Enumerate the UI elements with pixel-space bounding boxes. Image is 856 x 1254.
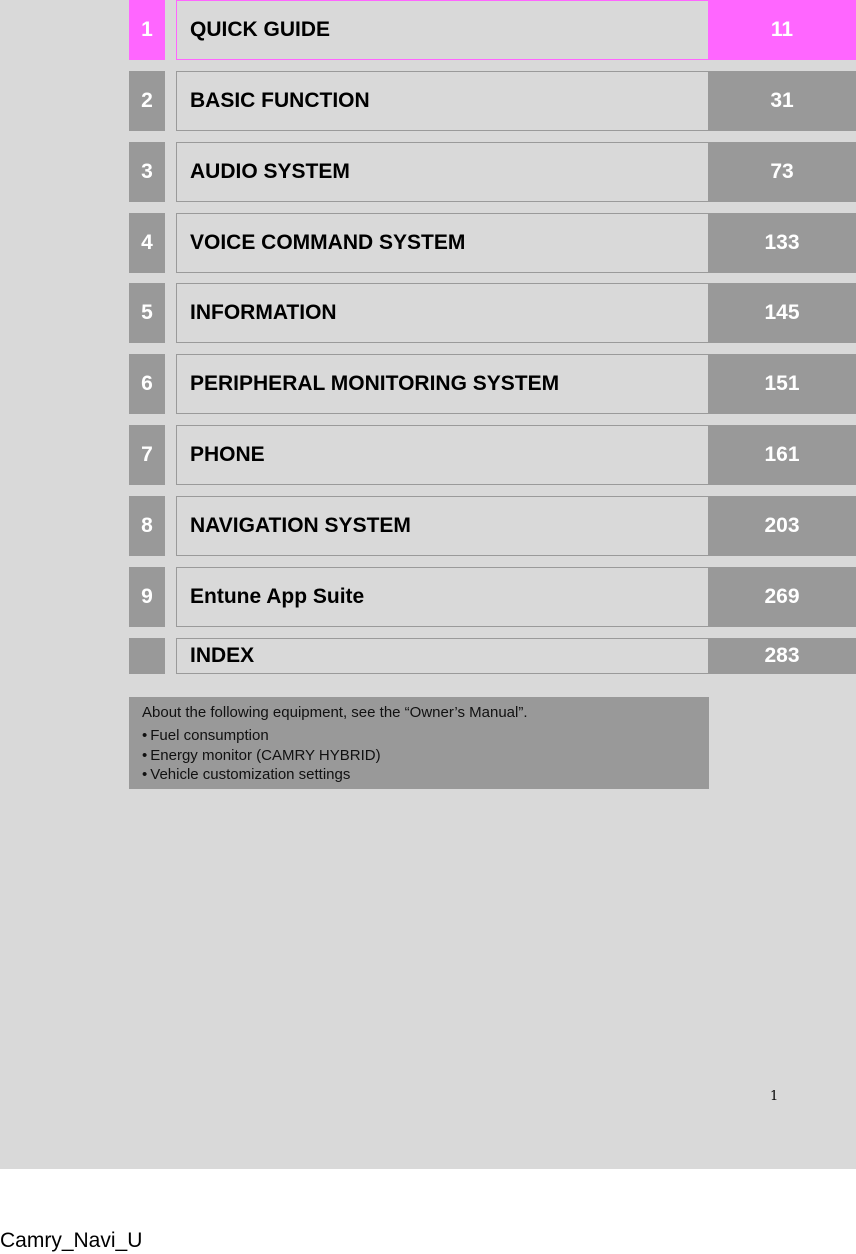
owners-manual-note: About the following equipment, see the “… xyxy=(129,697,709,789)
chapter-number xyxy=(129,638,165,674)
chapter-number: 8 xyxy=(129,496,165,556)
toc-row-phone[interactable]: 7 PHONE 161 xyxy=(0,425,856,485)
page-number: 1 xyxy=(770,1089,779,1104)
chapter-page[interactable]: 11 xyxy=(708,0,856,60)
chapter-title[interactable]: INFORMATION xyxy=(176,283,708,343)
chapter-number: 3 xyxy=(129,142,165,202)
chapter-title[interactable]: AUDIO SYSTEM xyxy=(176,142,708,202)
chapter-title[interactable]: BASIC FUNCTION xyxy=(176,71,708,131)
chapter-page[interactable]: 133 xyxy=(708,213,856,273)
chapter-number: 9 xyxy=(129,567,165,627)
note-intro: About the following equipment, see the “… xyxy=(142,704,528,721)
toc-row-navigation-system[interactable]: 8 NAVIGATION SYSTEM 203 xyxy=(0,496,856,556)
chapter-title[interactable]: QUICK GUIDE xyxy=(176,0,708,60)
chapter-page[interactable]: 203 xyxy=(708,496,856,556)
chapter-title[interactable]: INDEX xyxy=(176,638,708,674)
note-item: Fuel consumption xyxy=(142,726,709,746)
toc-row-basic-function[interactable]: 2 BASIC FUNCTION 31 xyxy=(0,71,856,131)
chapter-title[interactable]: PERIPHERAL MONITORING SYSTEM xyxy=(176,354,708,414)
note-item: Energy monitor (CAMRY HYBRID) xyxy=(142,746,709,766)
toc-row-peripheral-monitoring[interactable]: 6 PERIPHERAL MONITORING SYSTEM 151 xyxy=(0,354,856,414)
chapter-number: 4 xyxy=(129,213,165,273)
chapter-page[interactable]: 269 xyxy=(708,567,856,627)
chapter-title[interactable]: Entune App Suite xyxy=(176,567,708,627)
chapter-page[interactable]: 161 xyxy=(708,425,856,485)
toc-row-quick-guide[interactable]: 1 QUICK GUIDE 11 xyxy=(0,0,856,60)
chapter-number: 5 xyxy=(129,283,165,343)
chapter-page[interactable]: 283 xyxy=(708,638,856,674)
chapter-title[interactable]: PHONE xyxy=(176,425,708,485)
note-item: Vehicle customization settings xyxy=(142,765,709,785)
chapter-title[interactable]: NAVIGATION SYSTEM xyxy=(176,496,708,556)
footer-label: Camry_Navi_U xyxy=(0,1229,143,1252)
chapter-page[interactable]: 73 xyxy=(708,142,856,202)
toc-row-information[interactable]: 5 INFORMATION 145 xyxy=(0,283,856,343)
chapter-page[interactable]: 151 xyxy=(708,354,856,414)
toc-row-index[interactable]: INDEX 283 xyxy=(0,638,856,674)
chapter-page[interactable]: 31 xyxy=(708,71,856,131)
chapter-title[interactable]: VOICE COMMAND SYSTEM xyxy=(176,213,708,273)
toc-row-voice-command-system[interactable]: 4 VOICE COMMAND SYSTEM 133 xyxy=(0,213,856,273)
chapter-number: 7 xyxy=(129,425,165,485)
chapter-number: 6 xyxy=(129,354,165,414)
chapter-number: 2 xyxy=(129,71,165,131)
toc-row-entune-app-suite[interactable]: 9 Entune App Suite 269 xyxy=(0,567,856,627)
toc-row-audio-system[interactable]: 3 AUDIO SYSTEM 73 xyxy=(0,142,856,202)
chapter-number: 1 xyxy=(129,0,165,60)
chapter-page[interactable]: 145 xyxy=(708,283,856,343)
